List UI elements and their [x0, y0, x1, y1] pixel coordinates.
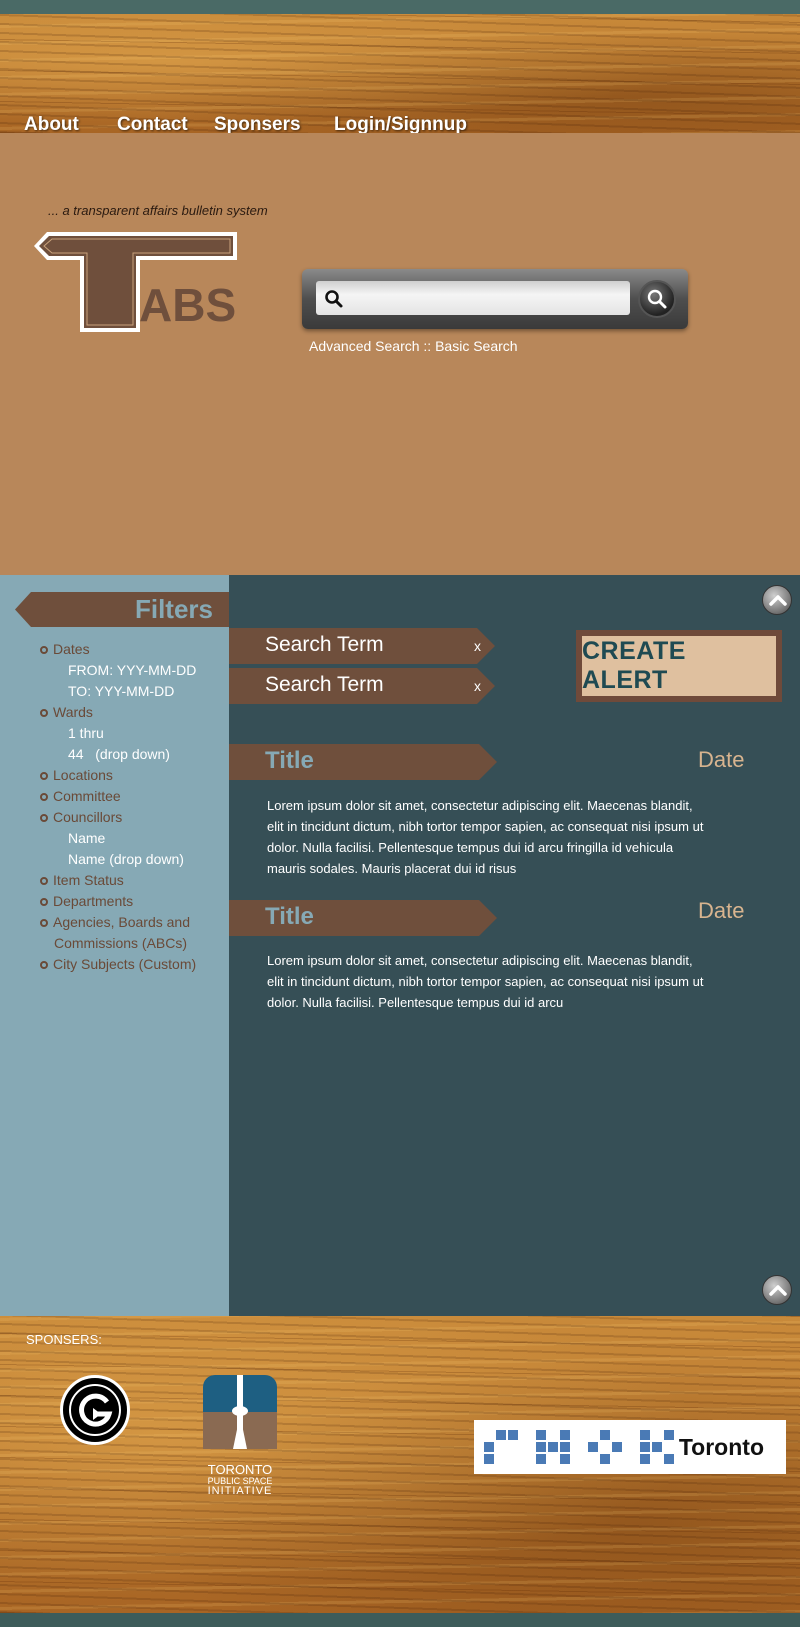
search-mode-links: Advanced Search :: Basic Search — [309, 338, 518, 354]
filter-dates-from[interactable]: FROM: YYY-MM-DD — [40, 660, 196, 681]
bullet-icon — [40, 919, 48, 928]
filter-abcs-continued[interactable]: Commissions (ABCs) — [40, 933, 196, 954]
sponsor-logo-g[interactable] — [60, 1375, 130, 1445]
filter-departments[interactable]: Departments — [40, 891, 196, 912]
filter-councillors-name[interactable]: Name — [40, 828, 196, 849]
search-link-separator: :: — [423, 338, 432, 354]
filter-abcs[interactable]: Agencies, Boards and — [40, 912, 196, 933]
tagline: ... a transparent affairs bulletin syste… — [48, 203, 268, 218]
bullet-icon — [40, 877, 48, 886]
header: About Contact Sponsers Login/Signnup — [0, 14, 800, 135]
scroll-top-button[interactable] — [762, 1275, 792, 1305]
result-body: Lorem ipsum dolor sit amet, consectetur … — [267, 798, 704, 876]
filter-locations[interactable]: Locations — [40, 765, 196, 786]
hack-toronto-text: Toronto — [678, 1434, 764, 1460]
result-date: Date — [698, 898, 745, 923]
bullet-icon — [40, 814, 48, 823]
bullet-icon — [40, 646, 48, 655]
search-term-chip: Search Term x — [229, 628, 495, 664]
chevron-up-icon — [769, 1285, 787, 1296]
footer: SPONSERS: TORONTO PUBLIC SPACE INITIATIV… — [0, 1316, 800, 1613]
filters-title: Filters — [134, 594, 213, 624]
search-term-label: Search Term — [265, 633, 384, 656]
sponsor-hack-toronto[interactable]: Toronto — [474, 1420, 786, 1474]
remove-search-term-button[interactable]: x — [474, 678, 481, 694]
filter-item-status[interactable]: Item Status — [40, 870, 196, 891]
bullet-icon — [40, 898, 48, 907]
bullet-icon — [40, 793, 48, 802]
filter-wards-range[interactable]: 1 thru — [40, 723, 196, 744]
cn-tower-logo-icon — [203, 1375, 277, 1449]
tpsi-text-toronto: TORONTO — [207, 1462, 273, 1477]
hero: ... a transparent affairs bulletin syste… — [0, 133, 800, 575]
filter-wards[interactable]: Wards — [40, 702, 196, 723]
bullet-icon — [40, 709, 48, 718]
create-alert-button[interactable]: CREATE ALERT — [576, 630, 782, 702]
results-main: Search Term x Search Term x CREATE ALERT… — [229, 575, 800, 1316]
chevron-up-icon — [769, 595, 787, 606]
create-alert-label: CREATE ALERT — [582, 636, 776, 696]
advanced-search-link[interactable]: Advanced Search — [309, 338, 420, 354]
result-date: Date — [698, 747, 745, 772]
basic-search-link[interactable]: Basic Search — [435, 338, 517, 354]
filters-list: Dates FROM: YYY-MM-DD TO: YYY-MM-DD Ward… — [40, 639, 196, 975]
filter-councillors[interactable]: Councillors — [40, 807, 196, 828]
result-body: Lorem ipsum dolor sit amet, consectetur … — [267, 953, 704, 1010]
sponsers-label: SPONSERS: — [26, 1332, 102, 1347]
bullet-icon — [40, 772, 48, 781]
search-button[interactable] — [638, 280, 676, 318]
filter-dates-to[interactable]: TO: YYY-MM-DD — [40, 681, 196, 702]
filters-header: Filters — [15, 592, 229, 627]
filter-councillors-dropdown[interactable]: Name (drop down) — [40, 849, 196, 870]
sponsor-toronto-public-space-initiative[interactable]: TORONTO PUBLIC SPACE INITIATIVE — [203, 1375, 277, 1497]
remove-search-term-button[interactable]: x — [474, 638, 481, 654]
result-title: Title — [265, 747, 314, 774]
filter-dates[interactable]: Dates — [40, 639, 196, 660]
top-strip — [0, 0, 800, 14]
search-bar — [302, 269, 688, 329]
search-icon — [647, 289, 667, 309]
filter-wards-dropdown[interactable]: 44 (drop down) — [40, 744, 196, 765]
search-term-chip: Search Term x — [229, 668, 495, 704]
result-title-banner[interactable]: Title — [229, 744, 497, 780]
filter-city-subjects[interactable]: City Subjects (Custom) — [40, 954, 196, 975]
logo-text: ABS — [139, 279, 237, 331]
hack-pixel-logo-icon — [484, 1430, 674, 1464]
result-title-banner[interactable]: Title — [229, 900, 497, 936]
tabs-logo: ABS — [32, 228, 252, 338]
tpsi-text-initiative: INITIATIVE — [207, 1485, 273, 1497]
filters-sidebar: Filters Dates FROM: YYY-MM-DD TO: YYY-MM… — [0, 575, 229, 1316]
scroll-top-button[interactable] — [762, 585, 792, 615]
bottom-strip — [0, 1613, 800, 1627]
bullet-icon — [40, 961, 48, 970]
refresh-g-icon — [69, 1384, 121, 1436]
search-term-label: Search Term — [265, 673, 384, 696]
result-title: Title — [265, 903, 314, 930]
search-icon — [325, 290, 343, 308]
search-input[interactable] — [316, 281, 630, 315]
filter-committee[interactable]: Committee — [40, 786, 196, 807]
